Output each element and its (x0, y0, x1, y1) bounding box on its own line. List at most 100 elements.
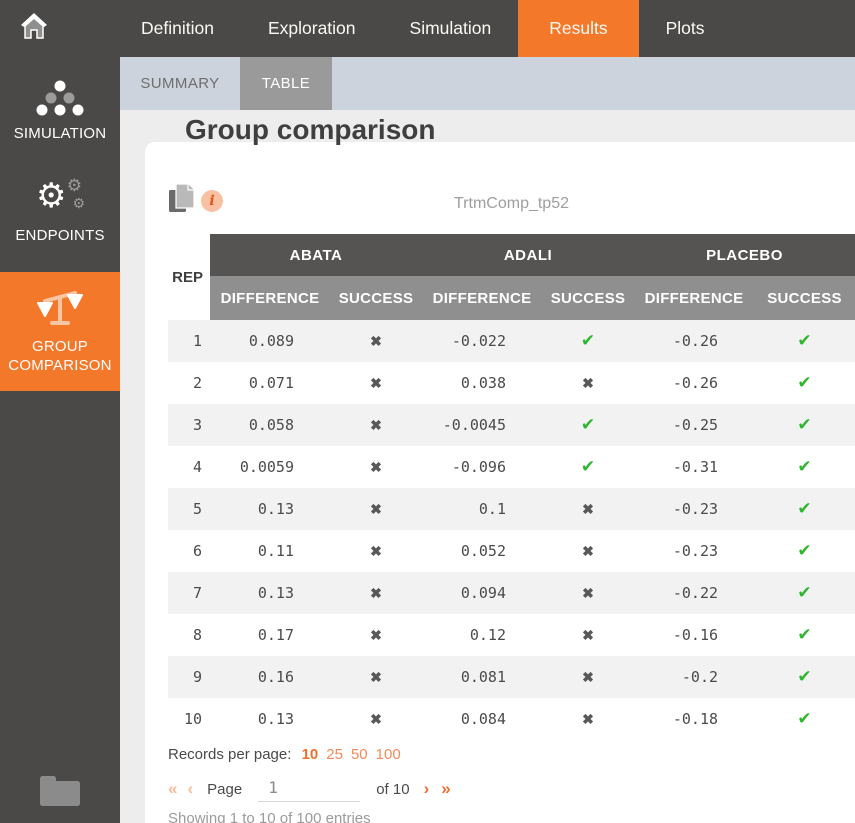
sidebar-item-simulation[interactable]: SIMULATION (0, 67, 120, 157)
failure-cross-icon: ✖ (330, 530, 422, 572)
page-title: Group comparison (185, 114, 435, 146)
difference-cell: -0.26 (634, 362, 754, 404)
page-input[interactable] (258, 776, 360, 802)
difference-cell: 0.13 (210, 698, 330, 740)
sub-column-header-difference: DIFFERENCE (210, 276, 330, 320)
records-options: 10 25 50 100 (302, 746, 409, 763)
nav-item-exploration[interactable]: Exploration (241, 0, 383, 57)
rep-cell: 4 (168, 446, 210, 488)
cluster-icon (4, 80, 116, 116)
table-row: 90.16✖0.081✖-0.2✔ (168, 656, 855, 698)
dataset-name-label: TrtmComp_tp52 (168, 195, 855, 213)
first-page-button[interactable]: « (168, 779, 177, 799)
failure-cross-icon: ✖ (330, 446, 422, 488)
tab-summary[interactable]: SUMMARY (120, 57, 240, 110)
success-check-icon: ✔ (754, 530, 855, 572)
failure-cross-icon: ✖ (330, 572, 422, 614)
records-option-100[interactable]: 100 (376, 746, 401, 763)
table-row: 70.13✖0.094✖-0.22✔ (168, 572, 855, 614)
table-head-sub: DIFFERENCESUCCESSDIFFERENCESUCCESSDIFFER… (168, 276, 855, 320)
table-row: 100.13✖0.084✖-0.18✔ (168, 698, 855, 740)
sub-column-header-success: SUCCESS (330, 276, 422, 320)
failure-cross-icon: ✖ (330, 656, 422, 698)
top-nav: Definition Exploration Simulation Result… (0, 0, 855, 57)
difference-cell: -0.0045 (422, 404, 542, 446)
rep-cell: 1 (168, 320, 210, 362)
tab-table[interactable]: TABLE (240, 57, 332, 110)
success-check-icon: ✔ (754, 698, 855, 740)
next-page-button[interactable]: › (424, 779, 430, 799)
sidebar-item-label: ENDPOINTS (4, 226, 116, 245)
entries-summary: Showing 1 to 10 of 100 entries (168, 810, 371, 823)
rep-cell: 5 (168, 488, 210, 530)
difference-cell: 0.13 (210, 488, 330, 530)
failure-cross-icon: ✖ (542, 698, 634, 740)
success-check-icon: ✔ (542, 446, 634, 488)
difference-cell: -0.022 (422, 320, 542, 362)
records-option-10[interactable]: 10 (302, 746, 319, 763)
records-option-50[interactable]: 50 (351, 746, 368, 763)
rep-cell: 2 (168, 362, 210, 404)
sidebar-item-endpoints[interactable]: ⚙⚙⚙ ENDPOINTS (0, 169, 120, 259)
sidebar-item-label: SIMULATION (4, 124, 116, 143)
difference-cell: -0.25 (634, 404, 754, 446)
difference-cell: -0.096 (422, 446, 542, 488)
success-check-icon: ✔ (754, 362, 855, 404)
success-check-icon: ✔ (754, 656, 855, 698)
success-check-icon: ✔ (754, 614, 855, 656)
rep-cell: 3 (168, 404, 210, 446)
failure-cross-icon: ✖ (330, 362, 422, 404)
previous-page-button[interactable]: ‹ (187, 779, 193, 799)
nav-item-plots[interactable]: Plots (639, 0, 732, 57)
gears-icon: ⚙⚙⚙ (4, 182, 116, 218)
difference-cell: -0.2 (634, 656, 754, 698)
nav-item-simulation[interactable]: Simulation (383, 0, 519, 57)
difference-cell: 0.11 (210, 530, 330, 572)
group-column-header: ABATA (210, 234, 422, 276)
tab-bar: SUMMARY TABLE (120, 57, 855, 110)
difference-cell: 0.1 (422, 488, 542, 530)
table-row: 40.0059✖-0.096✔-0.31✔ (168, 446, 855, 488)
difference-cell: 0.058 (210, 404, 330, 446)
difference-cell: 0.038 (422, 362, 542, 404)
rep-column-header: REP (168, 234, 210, 320)
difference-cell: -0.31 (634, 446, 754, 488)
difference-cell: -0.16 (634, 614, 754, 656)
sub-column-header-difference: DIFFERENCE (634, 276, 754, 320)
difference-cell: -0.26 (634, 320, 754, 362)
nav-item-results[interactable]: Results (518, 0, 638, 57)
table-head-groups: REPABATAADALIPLACEBO (168, 234, 855, 276)
folder-icon (37, 775, 83, 812)
difference-cell: 0.0059 (210, 446, 330, 488)
sub-column-header-success: SUCCESS (754, 276, 855, 320)
difference-cell: -0.22 (634, 572, 754, 614)
records-option-25[interactable]: 25 (326, 746, 343, 763)
failure-cross-icon: ✖ (330, 320, 422, 362)
success-check-icon: ✔ (754, 488, 855, 530)
difference-cell: 0.12 (422, 614, 542, 656)
difference-cell: 0.16 (210, 656, 330, 698)
results-card: i TrtmComp_tp52 REPABATAADALIPLACEBO DIF… (145, 142, 855, 823)
failure-cross-icon: ✖ (542, 362, 634, 404)
folder-button[interactable] (0, 775, 120, 812)
failure-cross-icon: ✖ (330, 614, 422, 656)
application-window: Definition Exploration Simulation Result… (0, 0, 855, 823)
last-page-button[interactable]: » (441, 779, 450, 799)
rep-cell: 6 (168, 530, 210, 572)
failure-cross-icon: ✖ (330, 488, 422, 530)
difference-cell: 0.084 (422, 698, 542, 740)
failure-cross-icon: ✖ (542, 656, 634, 698)
sidebar-item-group-comparison[interactable]: GROUP COMPARISON (0, 272, 120, 391)
success-check-icon: ✔ (542, 320, 634, 362)
main-content: Group comparison i TrtmComp_tp52 (120, 110, 855, 823)
rep-cell: 10 (168, 698, 210, 740)
nav-item-definition[interactable]: Definition (114, 0, 241, 57)
difference-cell: 0.094 (422, 572, 542, 614)
sidebar-item-label: GROUP COMPARISON (4, 337, 116, 375)
difference-cell: 0.081 (422, 656, 542, 698)
difference-cell: -0.23 (634, 530, 754, 572)
records-per-page-label: Records per page: (168, 746, 291, 763)
home-button[interactable] (0, 0, 66, 57)
success-check-icon: ✔ (754, 572, 855, 614)
success-check-icon: ✔ (754, 404, 855, 446)
